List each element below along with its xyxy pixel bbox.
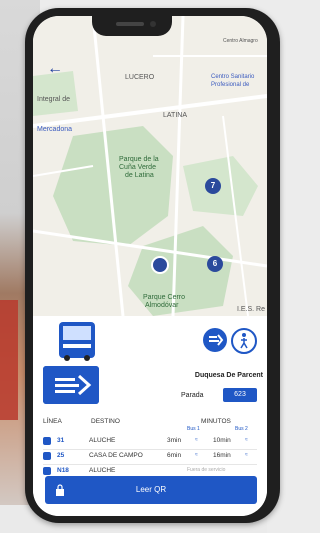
destination: CASA DE CAMPO — [89, 452, 143, 459]
map-label-cerro: Parque Cerro — [143, 294, 186, 301]
map-label-cerro2: Almodóvar — [145, 302, 179, 309]
bus-icon — [43, 452, 51, 460]
bus-mode-icon[interactable] — [203, 328, 227, 352]
back-arrow-icon[interactable]: ← — [47, 60, 63, 78]
read-qr-label: Leer QR — [135, 485, 167, 494]
phone-notch — [92, 16, 172, 36]
walk-mode-icon[interactable] — [231, 328, 257, 354]
destination: ALUCHE — [89, 437, 116, 444]
front-camera — [150, 21, 156, 27]
realtime-icon: ≈ — [245, 437, 248, 443]
background-red-object — [0, 300, 18, 420]
column-subheader-bus2: Bus 2 — [235, 426, 248, 432]
map-label-ies: I.E.S. Re — [237, 306, 266, 313]
map-label-integral: Integral de — [37, 96, 71, 103]
map-label-parque2: Cuña Verde — [119, 164, 156, 171]
out-of-service-label: Fuera de servicio — [187, 467, 226, 473]
bus-image-icon — [59, 322, 95, 361]
row-divider — [43, 464, 257, 465]
arrival-time-bus1: 3min — [167, 437, 182, 444]
map-label-parque: Parque de la — [119, 156, 159, 163]
destination: ALUCHE — [89, 467, 116, 474]
arrival-time-bus1: 6min — [167, 452, 182, 459]
stop-name: Duquesa De Parcent — [194, 372, 263, 379]
realtime-icon: ≈ — [245, 452, 248, 458]
stop-number-badge: 623 — [223, 388, 257, 402]
line-number: N18 — [57, 467, 69, 474]
map-stop-pin[interactable]: 6 — [207, 256, 223, 272]
column-header-linea: LÍNEA — [43, 418, 62, 425]
column-subheader-bus1: Bus 1 — [187, 426, 200, 432]
map-label-lucero: LUCERO — [125, 74, 155, 81]
table-row[interactable]: 25 CASA DE CAMPO 6min ≈ 16min ≈ — [43, 451, 267, 465]
map-stop-pin[interactable]: 7 — [205, 178, 221, 194]
location-marker-icon[interactable] — [151, 256, 169, 274]
bus-icon — [43, 437, 51, 445]
map-label-parque3: de Latina — [125, 172, 154, 179]
emt-logo-icon — [43, 366, 99, 404]
table-row[interactable]: 31 ALUCHE 3min ≈ 10min ≈ — [43, 436, 267, 450]
realtime-icon: ≈ — [195, 437, 198, 443]
line-number: 25 — [57, 452, 65, 459]
realtime-icon: ≈ — [195, 452, 198, 458]
map-label-centro2: Profesional de — [211, 82, 250, 88]
stop-number-label: Parada — [181, 392, 204, 399]
stop-info-panel: Duquesa De Parcent Parada 623 LÍNEA DEST… — [33, 316, 267, 516]
map-view[interactable]: ← Centro Almagro LUCERO Centro Sanitario… — [33, 16, 267, 316]
map-label-mercadona: Mercadona — [37, 126, 73, 133]
column-header-destino: DESTINO — [91, 418, 120, 425]
column-header-minutos: MINUTOS — [201, 418, 231, 425]
phone-screen: ← Centro Almagro LUCERO Centro Sanitario… — [33, 16, 267, 516]
map-label-top: Centro Almagro — [223, 38, 258, 44]
line-number: 31 — [57, 437, 65, 444]
read-qr-button[interactable]: Leer QR — [45, 476, 257, 504]
arrival-time-bus2: 16min — [213, 452, 231, 459]
arrival-time-bus2: 10min — [213, 437, 231, 444]
bus-icon — [43, 467, 51, 475]
speaker-grill — [116, 22, 144, 26]
map-label-centro: Centro Sanitario — [211, 74, 255, 80]
row-divider — [43, 449, 257, 450]
map-label-latina: LATINA — [163, 112, 187, 119]
